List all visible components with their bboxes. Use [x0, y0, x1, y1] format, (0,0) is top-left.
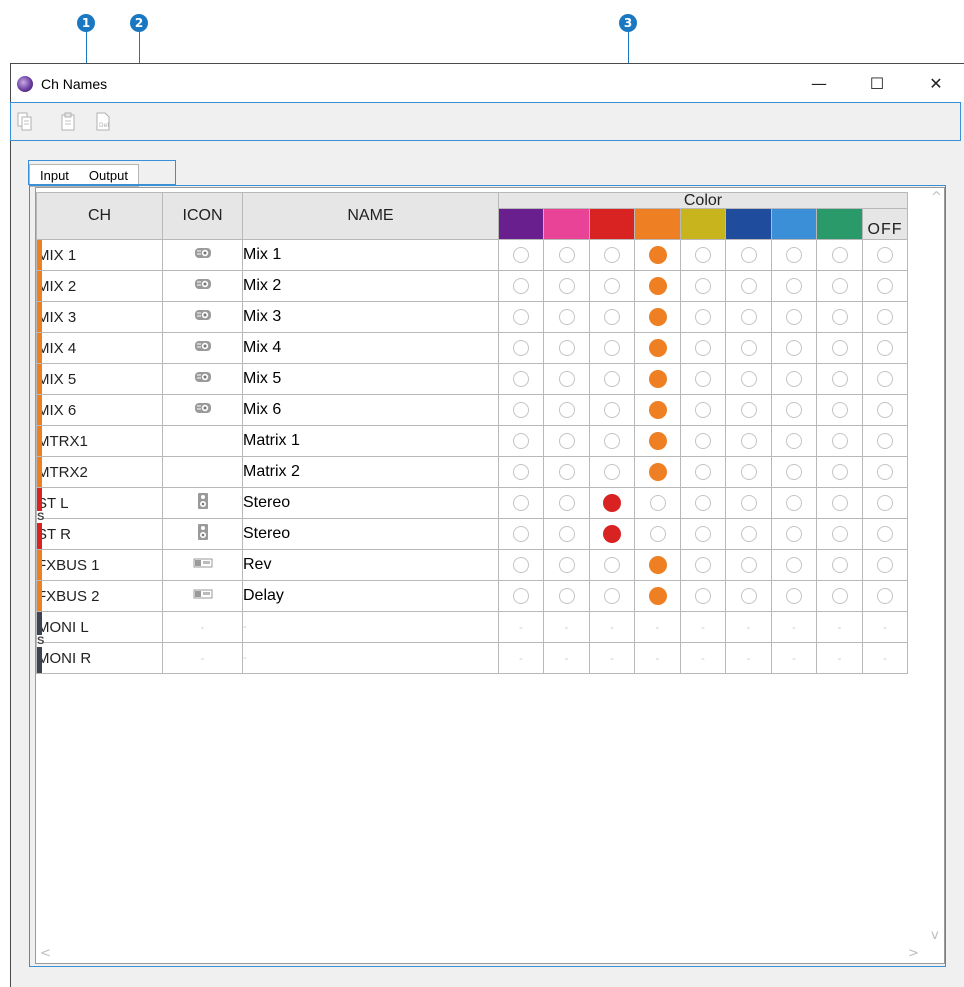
- window-title: Ch Names: [41, 76, 108, 92]
- toolbar-highlight: [10, 102, 961, 141]
- app-icon: [17, 76, 33, 92]
- close-button[interactable]: ✕: [913, 64, 959, 102]
- callout-marker-2: 2: [130, 14, 148, 32]
- maximize-button[interactable]: ☐: [854, 64, 900, 102]
- title-bar: Ch Names — ☐ ✕: [11, 64, 964, 102]
- callout-marker-3: 3: [619, 14, 637, 32]
- minimize-button[interactable]: —: [796, 64, 842, 102]
- callout-marker-1: 1: [77, 14, 95, 32]
- tabs-highlight: [28, 160, 176, 185]
- table-highlight: [29, 185, 946, 967]
